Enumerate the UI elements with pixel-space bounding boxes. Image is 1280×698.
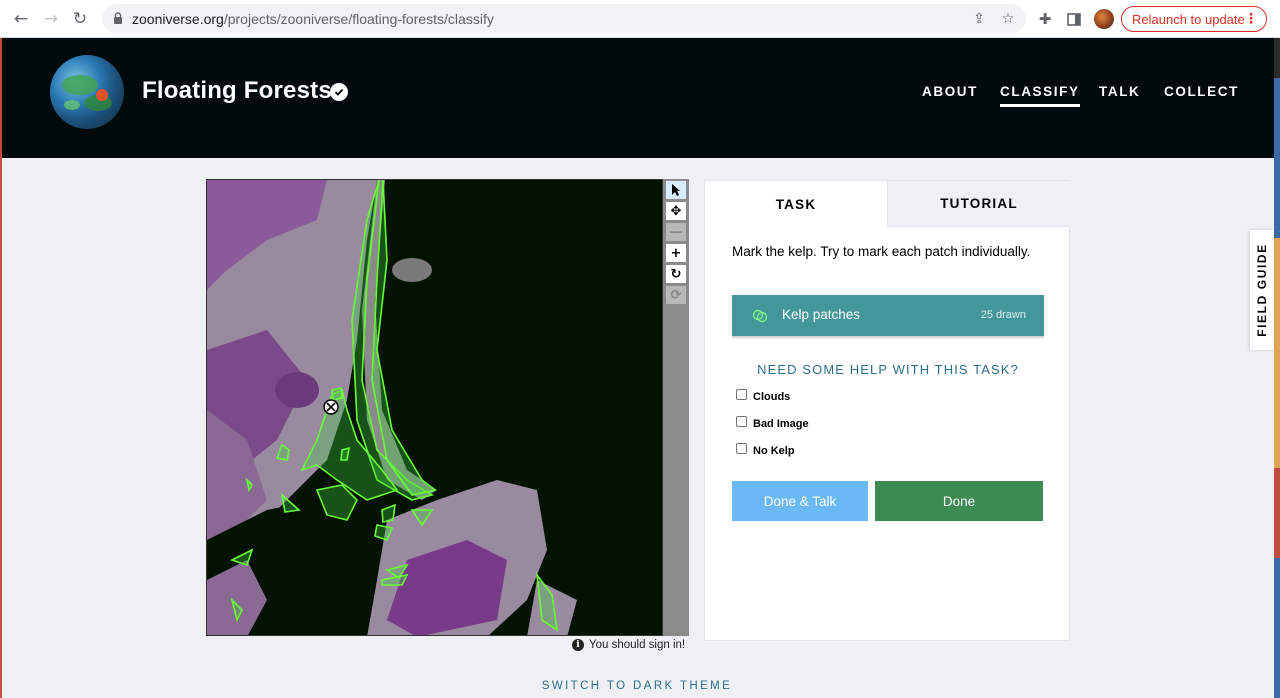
checkbox-label: Bad Image: [753, 418, 809, 430]
tab-tutorial[interactable]: TUTORIAL: [887, 181, 1070, 227]
nav-talk[interactable]: TALK: [1099, 84, 1140, 99]
switch-dark-theme-link[interactable]: SWITCH TO DARK THEME: [0, 680, 1274, 692]
star-icon[interactable]: ☆: [999, 10, 1017, 28]
polygon-tool-icon: [752, 309, 768, 323]
viewer-toolbar: ✥ — + ↻ ⟳: [663, 179, 689, 636]
sidepanel-icon[interactable]: [1063, 8, 1085, 30]
extensions-icon[interactable]: ✚: [1034, 8, 1056, 30]
back-icon[interactable]: ←: [10, 8, 32, 30]
window-edge-right: [1274, 38, 1280, 698]
browser-toolbar: ← → ↻ zooniverse.org/projects/zooniverse…: [0, 0, 1280, 38]
url-host: zooniverse.org: [132, 10, 224, 27]
done-and-talk-button[interactable]: Done & Talk: [732, 481, 868, 521]
checkbox-label: Clouds: [753, 391, 791, 403]
pan-tool-icon[interactable]: ✥: [666, 202, 686, 220]
reload-icon[interactable]: ↻: [69, 8, 91, 30]
lock-icon: [114, 12, 122, 24]
help-link[interactable]: NEED SOME HELP WITH THIS TASK?: [705, 362, 1071, 377]
checkbox-box[interactable]: [736, 388, 747, 400]
forward-icon[interactable]: →: [40, 8, 62, 30]
checkbox-no-kelp[interactable]: No Kelp: [736, 442, 795, 457]
checkbox-label: No Kelp: [753, 445, 795, 457]
relaunch-button[interactable]: Relaunch to update ⋮: [1121, 6, 1267, 32]
tool-label: Kelp patches: [782, 307, 861, 322]
done-button[interactable]: Done: [875, 481, 1043, 521]
verified-badge-icon: [330, 83, 348, 101]
checkbox-box[interactable]: [736, 442, 747, 454]
drawn-count: 25 drawn: [980, 309, 1026, 321]
nav-collect[interactable]: COLLECT: [1164, 84, 1239, 99]
url-path: /projects/zooniverse/floating-forests/cl…: [223, 10, 494, 27]
share-icon[interactable]: ⇪: [970, 10, 988, 28]
address-bar[interactable]: zooniverse.org/projects/zooniverse/float…: [102, 4, 1026, 33]
project-avatar[interactable]: [50, 55, 124, 129]
checkbox-box[interactable]: [736, 415, 747, 427]
pointer-tool-icon[interactable]: [666, 181, 686, 199]
relaunch-label: Relaunch to update: [1132, 11, 1245, 27]
project-title[interactable]: Floating Forests: [142, 77, 332, 105]
zoom-out-icon[interactable]: —: [666, 223, 686, 241]
task-panel: TASK TUTORIAL Mark the kelp. Try to mark…: [704, 180, 1070, 641]
field-guide-label: FIELD GUIDE: [1255, 243, 1270, 337]
menu-dots-icon: ⋮: [1244, 10, 1258, 26]
reset-icon[interactable]: ⟳: [666, 286, 686, 304]
signin-notice: i You should sign in!: [572, 639, 685, 651]
signin-text: You should sign in!: [589, 639, 686, 651]
project-header: Floating Forests ABOUT CLASSIFY TALK COL…: [2, 38, 1274, 158]
task-instruction: Mark the kelp. Try to mark each patch in…: [732, 244, 1031, 259]
profile-avatar[interactable]: [1094, 9, 1114, 29]
zoom-in-icon[interactable]: +: [666, 244, 686, 262]
field-guide-tab[interactable]: FIELD GUIDE: [1250, 230, 1274, 350]
tab-task[interactable]: TASK: [705, 181, 887, 227]
nav-about[interactable]: ABOUT: [922, 84, 978, 99]
kelp-patches-tool-button[interactable]: Kelp patches 25 drawn: [732, 295, 1044, 336]
checkbox-bad-image[interactable]: Bad Image: [736, 415, 809, 430]
subject-image[interactable]: [206, 179, 663, 636]
checkbox-clouds[interactable]: Clouds: [736, 388, 791, 403]
rotate-icon[interactable]: ↻: [666, 265, 686, 283]
info-icon: i: [572, 639, 584, 651]
nav-classify[interactable]: CLASSIFY: [1000, 84, 1080, 107]
satellite-image[interactable]: [207, 180, 663, 636]
